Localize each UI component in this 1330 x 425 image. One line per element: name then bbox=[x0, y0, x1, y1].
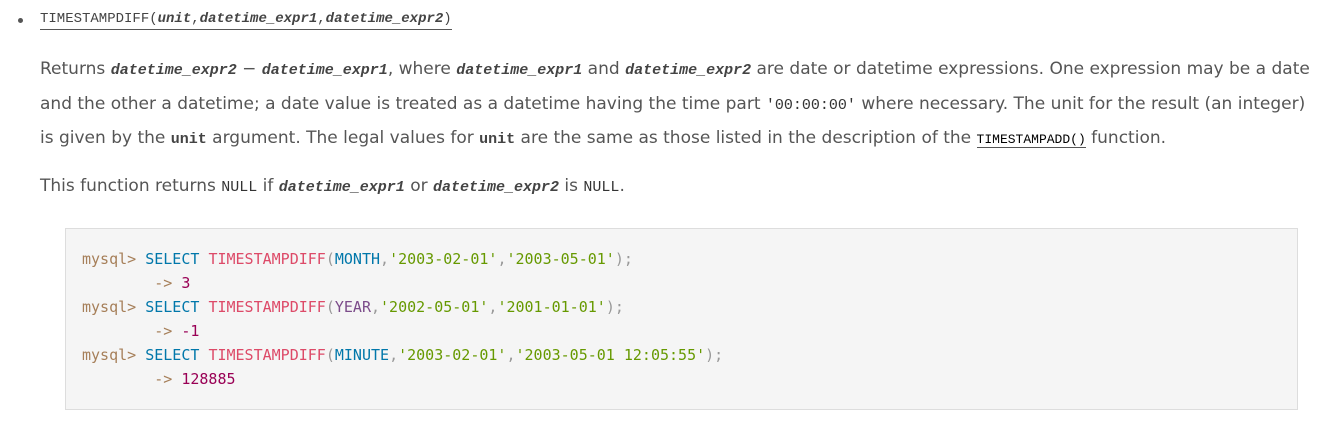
code-line-query: mysql> SELECT TIMESTAMPDIFF(YEAR,'2002-0… bbox=[82, 295, 1297, 319]
signature-paren-close: ) bbox=[443, 11, 452, 27]
punct: , bbox=[371, 298, 381, 316]
function-signature-item: TIMESTAMPDIFF(unit,datetime_expr1,dateti… bbox=[18, 8, 452, 32]
bullet-icon bbox=[18, 17, 23, 23]
timestampadd-link[interactable]: TIMESTAMPADD() bbox=[976, 132, 1086, 148]
unit-const: YEAR bbox=[334, 298, 371, 316]
result-value: -1 bbox=[181, 322, 200, 340]
code-line-result: -> 128885 bbox=[82, 367, 1297, 391]
description-paragraph: Returns datetime_expr2 − datetime_expr1,… bbox=[40, 53, 1315, 157]
literal-time-zero: '00:00:00' bbox=[765, 96, 856, 114]
var-datetime-expr1: datetime_expr1 bbox=[456, 62, 583, 79]
text: Returns bbox=[40, 59, 111, 79]
string-literal: '2002-05-01' bbox=[380, 298, 489, 316]
keyword: SELECT bbox=[145, 346, 200, 364]
result-arrow: -> bbox=[154, 370, 173, 388]
punct: , bbox=[380, 250, 390, 268]
signature-function-name: TIMESTAMPDIFF bbox=[40, 11, 150, 27]
signature-arg-expr2: datetime_expr2 bbox=[325, 11, 444, 27]
prompt: mysql> bbox=[82, 346, 137, 364]
result-arrow: -> bbox=[154, 274, 173, 292]
result-arrow: -> bbox=[154, 322, 173, 340]
string-literal: '2003-05-01 12:05:55' bbox=[515, 346, 706, 364]
function-name: TIMESTAMPDIFF bbox=[208, 250, 326, 268]
function-name: TIMESTAMPDIFF bbox=[208, 346, 326, 364]
text: or bbox=[404, 176, 433, 196]
string-literal: '2003-02-01' bbox=[398, 346, 507, 364]
literal-null: NULL bbox=[221, 179, 258, 196]
function-signature-link[interactable]: TIMESTAMPDIFF(unit,datetime_expr1,dateti… bbox=[40, 10, 452, 30]
signature-arg-unit: unit bbox=[157, 11, 192, 27]
prompt: mysql> bbox=[82, 250, 137, 268]
text: function. bbox=[1085, 128, 1167, 148]
function-name: TIMESTAMPDIFF bbox=[208, 298, 326, 316]
var-datetime-expr2: datetime_expr2 bbox=[110, 62, 237, 79]
unit-const: MINUTE bbox=[334, 346, 390, 364]
string-literal: '2003-02-01' bbox=[389, 250, 498, 268]
punct: ); bbox=[705, 346, 724, 364]
arg-unit: unit bbox=[479, 131, 516, 148]
punct: , bbox=[506, 346, 516, 364]
punct: ( bbox=[325, 298, 335, 316]
punct: ( bbox=[325, 346, 335, 364]
null-note-paragraph: This function returns NULL if datetime_e… bbox=[40, 170, 1315, 205]
text: are the same as those listed in the desc… bbox=[515, 128, 977, 148]
code-line-result: -> -1 bbox=[82, 319, 1297, 343]
var-datetime-expr2: datetime_expr2 bbox=[433, 179, 560, 196]
signature-arg-expr1: datetime_expr1 bbox=[199, 11, 318, 27]
signature-paren-open: ( bbox=[149, 11, 158, 27]
var-datetime-expr1: datetime_expr1 bbox=[278, 179, 405, 196]
punct: ); bbox=[605, 298, 624, 316]
signature-comma: , bbox=[191, 11, 200, 27]
keyword: SELECT bbox=[145, 250, 200, 268]
code-line-result: -> 3 bbox=[82, 271, 1297, 295]
keyword: SELECT bbox=[145, 298, 200, 316]
arg-unit: unit bbox=[170, 131, 207, 148]
text: argument. The legal values for bbox=[206, 128, 480, 148]
signature-comma: , bbox=[317, 11, 326, 27]
text: if bbox=[257, 176, 279, 196]
var-datetime-expr2: datetime_expr2 bbox=[625, 62, 752, 79]
literal-null: NULL bbox=[583, 179, 620, 196]
text: and bbox=[582, 59, 626, 79]
punct: , bbox=[389, 346, 399, 364]
text: − bbox=[236, 59, 262, 79]
punct: ); bbox=[614, 250, 633, 268]
result-value: 128885 bbox=[181, 370, 236, 388]
text: is bbox=[559, 176, 584, 196]
var-datetime-expr1: datetime_expr1 bbox=[261, 62, 388, 79]
text: This function returns bbox=[40, 176, 222, 196]
text: , where bbox=[387, 59, 457, 79]
string-literal: '2001-01-01' bbox=[497, 298, 606, 316]
result-value: 3 bbox=[181, 274, 191, 292]
text: . bbox=[619, 176, 625, 196]
punct: ( bbox=[325, 250, 335, 268]
prompt: mysql> bbox=[82, 298, 137, 316]
code-line-query: mysql> SELECT TIMESTAMPDIFF(MONTH,'2003-… bbox=[82, 247, 1297, 271]
code-line-query: mysql> SELECT TIMESTAMPDIFF(MINUTE,'2003… bbox=[82, 343, 1297, 367]
code-example-block[interactable]: mysql> SELECT TIMESTAMPDIFF(MONTH,'2003-… bbox=[65, 228, 1298, 410]
unit-const: MONTH bbox=[334, 250, 381, 268]
string-literal: '2003-05-01' bbox=[506, 250, 615, 268]
